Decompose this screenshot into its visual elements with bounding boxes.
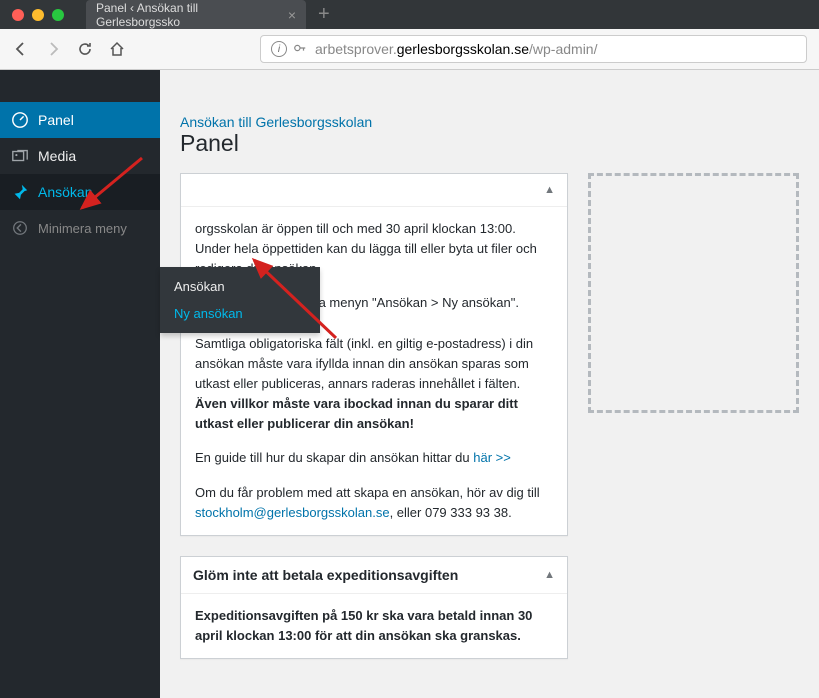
- home-icon: [109, 41, 125, 57]
- browser-tab-bar: Panel ‹ Ansökan till Gerlesborgssko × +: [0, 0, 819, 29]
- postbox-body: orgsskolan är öppen till och med 30 apri…: [181, 207, 567, 535]
- chevron-up-icon[interactable]: ▲: [544, 184, 555, 196]
- close-tab-icon[interactable]: ×: [288, 7, 296, 23]
- minimize-window-button[interactable]: [32, 9, 44, 21]
- sidebar-item-label: Ansökan: [38, 184, 92, 200]
- main-content: Ansökan till Gerlesborgsskolan Panel ▲ o…: [160, 70, 819, 698]
- welcome-postbox: ▲ orgsskolan är öppen till och med 30 ap…: [180, 173, 568, 536]
- welcome-para-3: Samtliga obligatoriska fält (inkl. en gi…: [195, 336, 533, 391]
- site-info-icon[interactable]: i: [271, 41, 287, 57]
- postbox-header[interactable]: Glöm inte att betala expeditionsavgiften…: [181, 557, 567, 594]
- reload-icon: [77, 41, 93, 57]
- url-domain: gerlesborgsskolan.se: [397, 41, 529, 57]
- fee-text: Expeditionsavgiften på 150 kr ska vara b…: [195, 608, 532, 643]
- new-tab-button[interactable]: +: [306, 3, 342, 26]
- reload-button[interactable]: [76, 40, 94, 58]
- contact-text: Om du får problem med att skapa en ansök…: [195, 485, 540, 500]
- tab-title: Panel ‹ Ansökan till Gerlesborgssko: [96, 1, 274, 29]
- sidebar-item-media[interactable]: Media: [0, 138, 160, 174]
- contact-email-link[interactable]: stockholm@gerlesborgsskolan.se: [195, 505, 390, 520]
- guide-text: En guide till hur du skapar din ansökan …: [195, 450, 473, 465]
- sidebar-collapse-button[interactable]: Minimera meny: [0, 210, 160, 246]
- key-icon: [293, 41, 307, 58]
- url-subdomain: arbetsprover.: [315, 41, 397, 57]
- maximize-window-button[interactable]: [52, 9, 64, 21]
- browser-tab[interactable]: Panel ‹ Ansökan till Gerlesborgssko ×: [86, 0, 306, 29]
- media-icon: [10, 146, 30, 166]
- url-path: /wp-admin/: [529, 41, 597, 57]
- postbox-title: Glöm inte att betala expeditionsavgiften: [193, 567, 458, 583]
- welcome-para-3-bold: Även villkor måste vara ibockad innan du…: [195, 396, 518, 431]
- address-bar[interactable]: i arbetsprover.gerlesborgsskolan.se/wp-a…: [260, 35, 807, 63]
- submenu-item-ny-ansokan[interactable]: Ny ansökan: [160, 300, 320, 327]
- sidebar-item-label: Minimera meny: [38, 221, 127, 236]
- contact-phone: , eller 079 333 93 38.: [390, 505, 512, 520]
- arrow-left-icon: [13, 41, 29, 57]
- sidebar-item-ansokan[interactable]: Ansökan: [0, 174, 160, 210]
- sidebar-item-panel[interactable]: Panel: [0, 102, 160, 138]
- empty-widget-area[interactable]: [588, 173, 799, 413]
- close-window-button[interactable]: [12, 9, 24, 21]
- back-button[interactable]: [12, 40, 30, 58]
- arrow-right-icon: [45, 41, 61, 57]
- sidebar-item-label: Panel: [38, 112, 74, 128]
- postbox-body: Expeditionsavgiften på 150 kr ska vara b…: [181, 594, 567, 658]
- chevron-up-icon[interactable]: ▲: [544, 569, 555, 581]
- pin-icon: [10, 182, 30, 202]
- ansokan-submenu: Ansökan Ny ansökan: [160, 267, 320, 333]
- postbox-header[interactable]: ▲: [181, 174, 567, 207]
- submenu-item-ansokan[interactable]: Ansökan: [160, 273, 320, 300]
- admin-sidebar: Panel Media Ansökan Minimera meny: [0, 70, 160, 698]
- forward-button[interactable]: [44, 40, 62, 58]
- sidebar-item-label: Media: [38, 148, 76, 164]
- breadcrumb[interactable]: Ansökan till Gerlesborgsskolan: [180, 114, 372, 130]
- home-button[interactable]: [108, 40, 126, 58]
- browser-toolbar: i arbetsprover.gerlesborgsskolan.se/wp-a…: [0, 29, 819, 70]
- guide-link[interactable]: här >>: [473, 450, 511, 465]
- window-controls: [0, 9, 76, 21]
- page-title: Panel: [180, 130, 799, 157]
- dashboard-icon: [10, 110, 30, 130]
- fee-postbox: Glöm inte att betala expeditionsavgiften…: [180, 556, 568, 659]
- collapse-icon: [10, 218, 30, 238]
